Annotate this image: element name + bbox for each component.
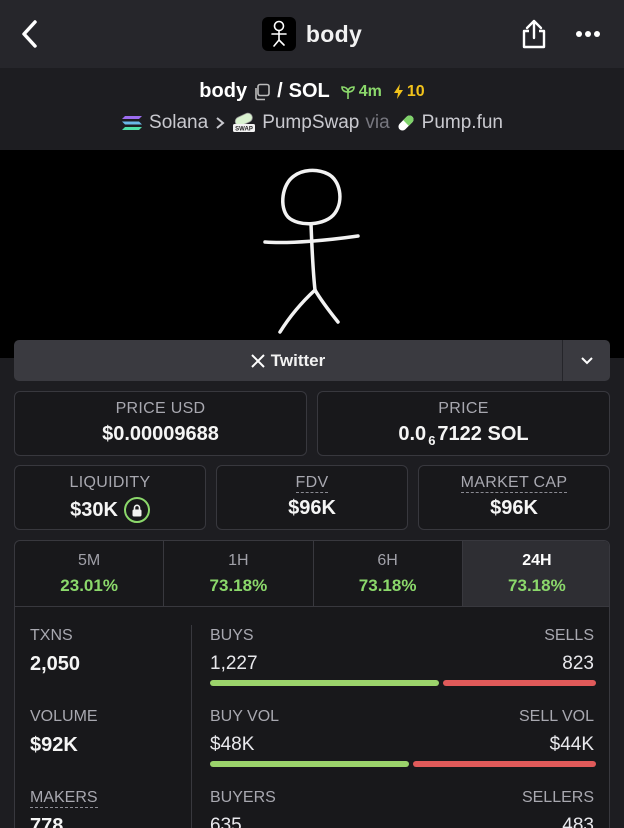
sells-bar (443, 680, 596, 686)
ellipsis-icon (576, 31, 600, 37)
fdv-label[interactable]: FDV (295, 474, 329, 493)
seedling-icon (340, 85, 355, 99)
dex-name[interactable]: PumpSwap (262, 112, 359, 134)
tab-6h[interactable]: 6H 73.18% (314, 541, 463, 606)
price-usd-card: PRICE USD $0.00009688 (14, 391, 307, 456)
buys-bar (210, 680, 439, 686)
buy-vol-label: BUY VOL (210, 708, 280, 725)
lock-icon[interactable] (123, 497, 150, 523)
liquidity-card: LIQUIDITY $30K (14, 465, 206, 530)
pair-separator: / (277, 80, 283, 102)
sell-vol-value: $44K (549, 734, 594, 755)
sell-vol-label: SELL VOL (518, 708, 594, 725)
sell-vol-bar (413, 761, 596, 767)
via-label: via (365, 112, 390, 133)
makers-value: 778 (30, 815, 64, 828)
stick-figure-drawing (263, 168, 360, 334)
x-logo-icon (251, 353, 265, 368)
price-native-card: PRICE 0.0 6 7122 SOL (317, 391, 610, 456)
svg-text:SWAP: SWAP (235, 127, 253, 133)
token-banner-image (0, 150, 624, 358)
pair-header: body / SOL 4m 10 Solana SWAP PumpSwap vi… (0, 68, 624, 150)
buys-label: BUYS (210, 627, 254, 644)
sells-value: 823 (562, 653, 594, 674)
market-cap-label[interactable]: MARKET CAP (460, 474, 568, 493)
more-links-dropdown[interactable] (562, 340, 610, 381)
buy-vol-bar (210, 761, 409, 767)
sellers-value: 483 (562, 815, 594, 828)
tab-24h[interactable]: 24H 73.18% (462, 541, 609, 606)
base-symbol: body (199, 80, 248, 102)
price-native-value: 0.0 6 7122 SOL (398, 423, 529, 448)
share-icon (522, 19, 546, 49)
fdv-value: $96K (288, 497, 336, 519)
chain-name[interactable]: Solana (149, 112, 208, 134)
market-cap-value: $96K (490, 497, 538, 519)
buys-value: 1,227 (210, 653, 258, 674)
fdv-card: FDV $96K (216, 465, 408, 530)
liquidity-value: $30K (70, 498, 118, 521)
twitter-button[interactable]: Twitter (14, 340, 562, 381)
pair-name: body / SOL 4m 10 (0, 80, 624, 103)
pill-icon (398, 115, 414, 131)
price-usd-label: PRICE USD (115, 400, 206, 417)
sellers-label: SELLERS (521, 789, 594, 806)
price-usd-value: $0.00009688 (102, 423, 219, 445)
liquidity-label: LIQUIDITY (69, 474, 151, 491)
stats-divider (191, 625, 192, 828)
lightning-icon (393, 84, 403, 99)
volume-label: VOLUME (30, 708, 98, 725)
sells-label: SELLS (544, 627, 594, 644)
pair-age: 4m (340, 83, 382, 101)
price-native-label: PRICE (438, 400, 489, 417)
social-links-bar: Twitter (14, 340, 610, 381)
solana-icon (122, 116, 143, 130)
pumpswap-icon: SWAP (233, 112, 256, 133)
volume-value: $92K (30, 734, 78, 756)
chevron-right-icon (216, 117, 225, 129)
launchpad-name[interactable]: Pump.fun (422, 112, 503, 134)
makers-label[interactable]: MAKERS (30, 789, 98, 808)
more-options-button[interactable] (568, 18, 608, 50)
tab-1h[interactable]: 1H 73.18% (164, 541, 314, 606)
top-bar: body (0, 0, 624, 68)
txns-value: 2,050 (30, 653, 81, 675)
share-button[interactable] (516, 16, 552, 52)
twitter-label: Twitter (270, 350, 326, 370)
token-logo (261, 17, 296, 51)
quote-symbol: SOL (288, 80, 330, 102)
chevron-down-icon (580, 356, 593, 364)
boost-count: 10 (392, 83, 425, 101)
copy-icon[interactable] (253, 83, 271, 101)
buyers-label: BUYERS (210, 789, 276, 806)
market-cap-card: MARKET CAP $96K (418, 465, 610, 530)
tab-5m[interactable]: 5M 23.01% (15, 541, 165, 606)
buyers-value: 635 (210, 815, 242, 828)
timeframe-tabs: 5M 23.01% 1H 73.18% 6H 73.18% 24H 73.18% (15, 541, 609, 607)
txns-label: TXNS (30, 627, 73, 644)
page-title: body (305, 20, 363, 47)
stats-panel: 5M 23.01% 1H 73.18% 6H 73.18% 24H 73.18%… (14, 540, 610, 828)
chain-breadcrumb: Solana SWAP PumpSwap via Pump.fun (0, 112, 624, 134)
buy-vol-value: $48K (210, 734, 255, 755)
